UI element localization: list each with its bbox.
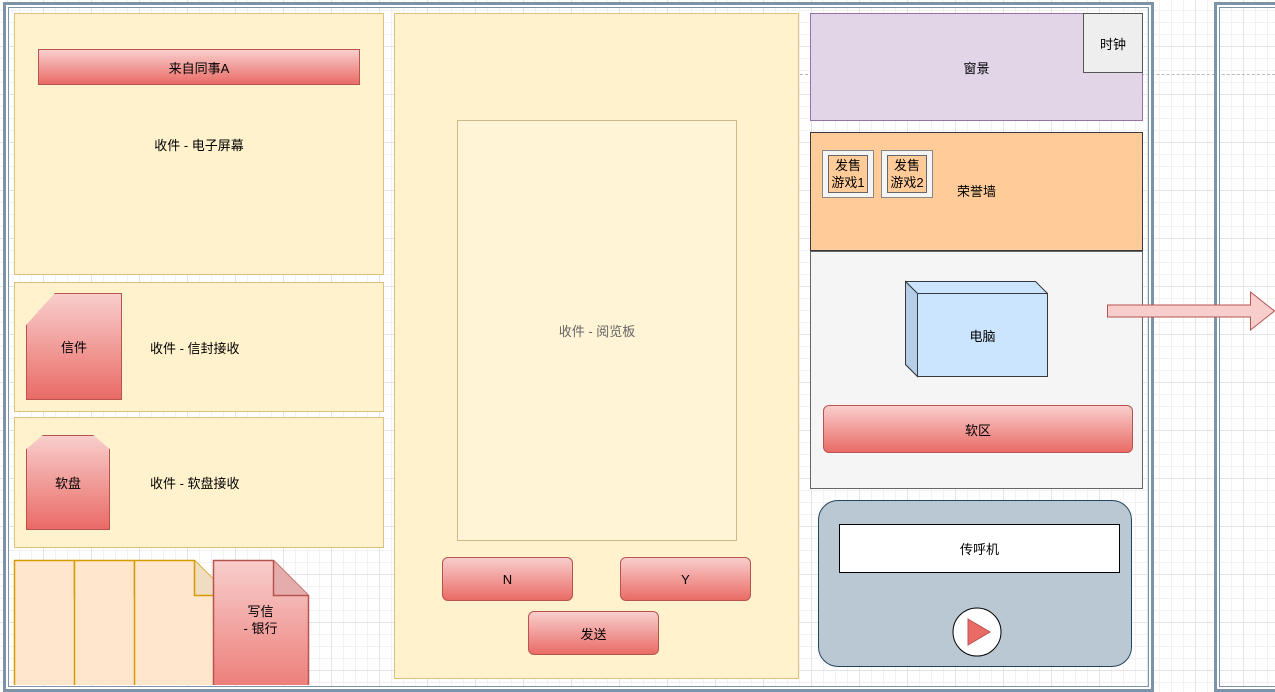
game-frame-1[interactable]: 发售游戏1: [822, 150, 874, 198]
computer-label: 电脑: [917, 293, 1048, 377]
floppy-shape[interactable]: 软盘: [26, 435, 110, 530]
game-1: 发售游戏1: [828, 155, 868, 193]
reader-board: 收件 - 阅览板: [457, 120, 737, 541]
soft-zone[interactable]: 软区: [823, 405, 1133, 453]
screen-label: 收件 - 电子屏幕: [154, 137, 244, 153]
write-line1: 写信: [247, 604, 274, 619]
y-button[interactable]: Y: [620, 557, 751, 601]
from-colleague-bar[interactable]: 来自同事A: [38, 49, 360, 85]
game-1-line1: 发售: [834, 158, 861, 173]
soft-zone-label: 软区: [964, 422, 991, 438]
honor-label: 荣誉墙: [956, 184, 996, 199]
game-2-line1: 发售: [893, 158, 920, 173]
game-2: 发售游戏2: [887, 155, 927, 193]
y-label: Y: [681, 571, 690, 587]
game-frame-2[interactable]: 发售游戏2: [881, 150, 933, 198]
letter-label: 信件: [60, 340, 87, 355]
game-1-line2: 游戏1: [831, 175, 865, 190]
n-button[interactable]: N: [442, 557, 573, 601]
arrow-right-icon: [1107, 291, 1275, 331]
send-button[interactable]: 发送: [528, 611, 659, 655]
floppy-label: 收件 - 软盘接收: [150, 476, 240, 491]
reader-label: 收件 - 阅览板: [558, 324, 636, 339]
next-room-frame: [1214, 2, 1275, 692]
play-button-icon[interactable]: [951, 606, 1003, 658]
computer-text: 电脑: [969, 328, 996, 344]
clock[interactable]: 时钟: [1083, 13, 1143, 73]
send-label: 发送: [580, 626, 607, 642]
floppy-shape-label: 软盘: [54, 476, 81, 491]
envelope-label: 收件 - 信封接收: [150, 340, 240, 356]
write-letter-label[interactable]: 写信 - 银行: [213, 600, 308, 640]
game-2-line2: 游戏2: [890, 175, 924, 190]
n-label: N: [502, 571, 513, 587]
clock-label: 时钟: [1099, 36, 1126, 52]
pager-label: 传呼机: [959, 542, 999, 557]
write-line2: - 银行: [243, 621, 278, 636]
window-label: 窗景: [963, 60, 990, 76]
from-colleague-label: 来自同事A: [168, 60, 230, 76]
pager-display: 传呼机: [839, 524, 1120, 573]
